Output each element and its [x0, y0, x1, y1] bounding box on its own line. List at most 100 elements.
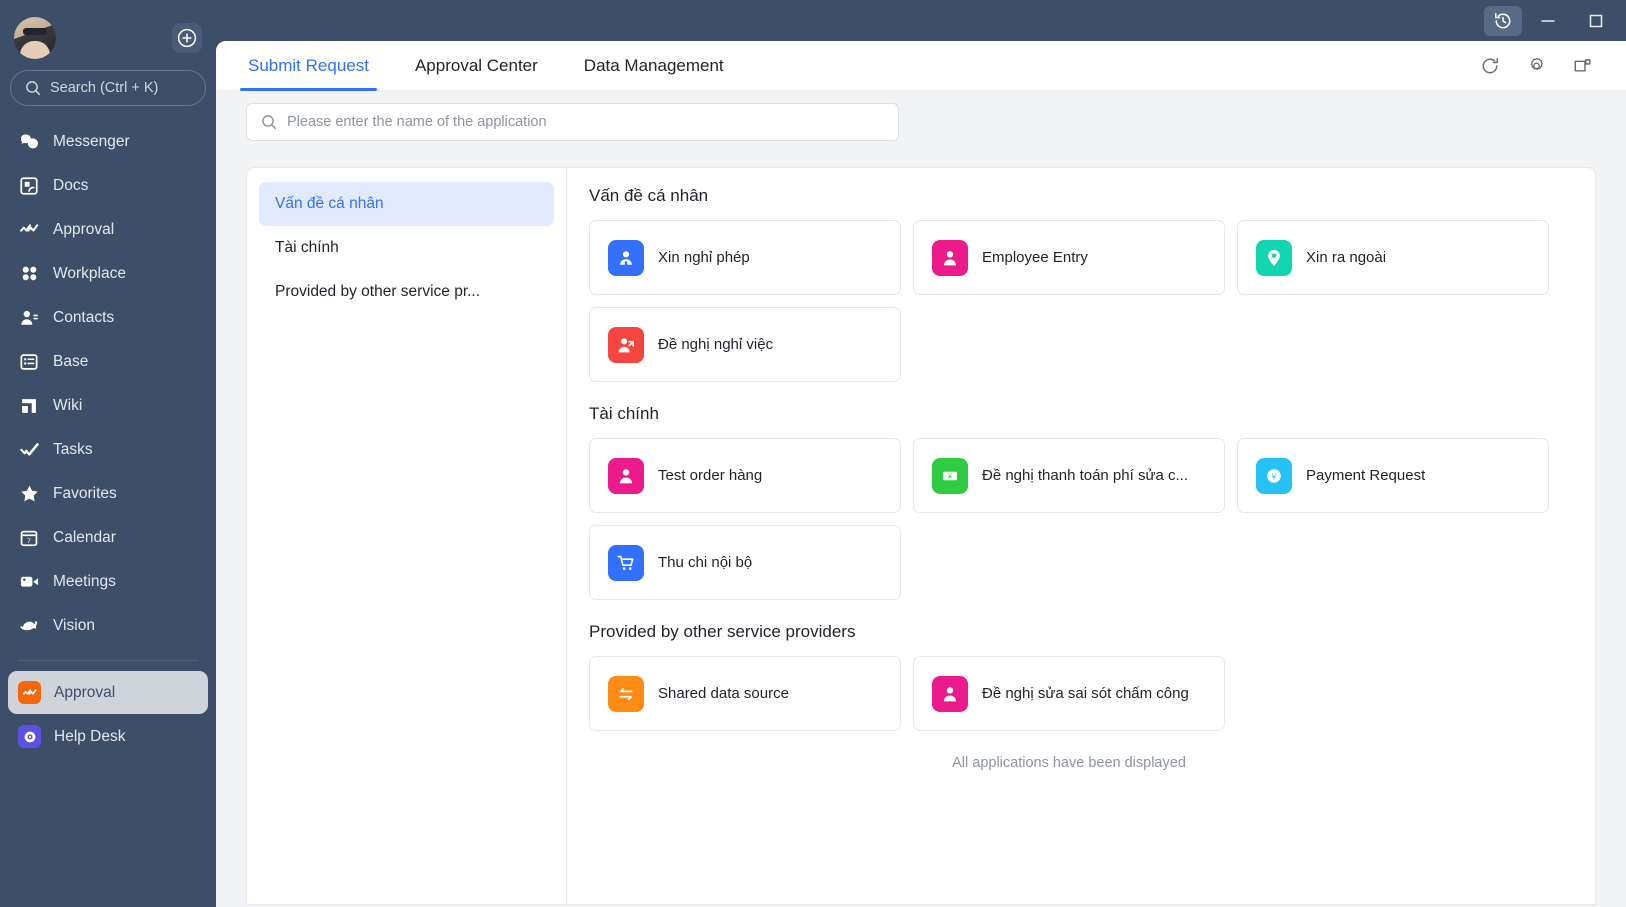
- sidebar-app-help-desk[interactable]: Help Desk: [8, 715, 208, 758]
- shopping-cart-icon: [608, 544, 644, 581]
- tabbar-actions: [1478, 54, 1602, 78]
- app-card-list: Shared data source Đề nghị sửa sai sót c…: [589, 656, 1573, 731]
- open-in-new-window-button[interactable]: [1570, 54, 1594, 78]
- sidebar-item-workplace[interactable]: Workplace: [8, 252, 208, 295]
- group-title: Provided by other service providers: [589, 622, 856, 641]
- person-icon: [608, 457, 644, 494]
- apps-panel: Vấn đề cá nhân Xin nghỉ phép Employee En…: [567, 168, 1595, 904]
- app-card-name: Đề nghị nghỉ việc: [658, 336, 774, 353]
- app-card-payment-request[interactable]: ¥ Payment Request: [1237, 438, 1549, 513]
- body-area: Please enter the name of the application…: [216, 91, 1626, 907]
- sidebar-item-contacts[interactable]: Contacts: [8, 296, 208, 339]
- person-exit-icon: [608, 326, 644, 363]
- sidebar-item-approval[interactable]: Approval: [8, 208, 208, 251]
- sidebar: Search (Ctrl + K) Messenger Docs Approva: [0, 0, 216, 907]
- app-card-name: Shared data source: [658, 685, 789, 702]
- star-icon: [18, 483, 40, 505]
- app-card-de-nghi-sua-sai-sot[interactable]: Đề nghị sửa sai sót chấm công: [913, 656, 1225, 731]
- clipped-scroll-text: ··: [246, 141, 1596, 167]
- sidebar-item-meetings[interactable]: Meetings: [8, 560, 208, 603]
- approval-app-icon: [18, 681, 41, 704]
- sidebar-item-messenger[interactable]: Messenger: [8, 120, 208, 163]
- maximize-button[interactable]: [1574, 5, 1618, 37]
- tasks-icon: [18, 439, 40, 461]
- clipped-text-label: ··: [292, 141, 302, 145]
- sidebar-search-placeholder: Search (Ctrl + K): [50, 80, 159, 96]
- sidebar-item-tasks[interactable]: Tasks: [8, 428, 208, 471]
- app-card-employee-entry[interactable]: Employee Entry: [913, 220, 1225, 295]
- category-item-van-de-ca-nhan[interactable]: Vấn đề cá nhân: [259, 182, 554, 226]
- search-icon: [26, 81, 41, 96]
- tab-approval-center[interactable]: Approval Center: [407, 41, 546, 91]
- svg-text:¥: ¥: [1271, 471, 1277, 481]
- sidebar-item-vision[interactable]: Vision: [8, 604, 208, 647]
- sidebar-item-docs[interactable]: Docs: [8, 164, 208, 207]
- sidebar-app-label: Approval: [54, 683, 116, 701]
- svg-text:7: 7: [27, 537, 31, 544]
- sidebar-item-calendar[interactable]: 7 Calendar: [8, 516, 208, 559]
- category-item-other-providers[interactable]: Provided by other service pr...: [259, 270, 554, 314]
- sidebar-header: [0, 10, 216, 66]
- app-card-list: Xin nghỉ phép Employee Entry Xin ra ngoà…: [589, 220, 1573, 382]
- app-card-test-order-hang[interactable]: Test order hàng: [589, 438, 901, 513]
- minimize-icon: [1541, 19, 1555, 22]
- app-card-de-nghi-nghi-viec[interactable]: Đề nghị nghỉ việc: [589, 307, 901, 382]
- sidebar-item-label: Favorites: [53, 484, 117, 502]
- app-card-thu-chi-noi-bo[interactable]: Thu chi nội bộ: [589, 525, 901, 600]
- video-camera-icon: [18, 571, 40, 593]
- tab-submit-request[interactable]: Submit Request: [240, 41, 377, 91]
- sidebar-item-favorites[interactable]: Favorites: [8, 472, 208, 515]
- person-icon: [932, 675, 968, 712]
- sidebar-item-base[interactable]: Base: [8, 340, 208, 383]
- app-card-de-nghi-thanh-toan[interactable]: ¥ Đề nghị thanh toán phí sửa c...: [913, 438, 1225, 513]
- sidebar-item-label: Vision: [53, 616, 95, 634]
- messenger-icon: [18, 131, 40, 153]
- sidebar-search[interactable]: Search (Ctrl + K): [10, 70, 206, 106]
- sidebar-app-approval[interactable]: Approval: [8, 671, 208, 714]
- app-card-name: Payment Request: [1306, 467, 1426, 484]
- app-card-name: Xin nghỉ phép: [658, 249, 750, 266]
- add-button[interactable]: [172, 23, 202, 53]
- group-title: Vấn đề cá nhân: [589, 186, 709, 205]
- sidebar-item-wiki[interactable]: Wiki: [8, 384, 208, 427]
- plus-circle-icon: [177, 28, 197, 48]
- main-region: Submit Request Approval Center Data Mana…: [216, 0, 1626, 907]
- group-title: Tài chính: [589, 404, 659, 423]
- app-card-name: Đề nghị thanh toán phí sửa c...: [982, 467, 1189, 484]
- settings-button[interactable]: [1524, 54, 1548, 78]
- category-item-tai-chinh[interactable]: Tài chính: [259, 226, 554, 270]
- person-badge-icon: [608, 239, 644, 276]
- app-card-list: Test order hàng ¥ Đề nghị thanh toán phí…: [589, 438, 1573, 600]
- avatar[interactable]: [14, 17, 56, 59]
- history-button[interactable]: [1484, 5, 1522, 36]
- docs-icon: [18, 175, 40, 197]
- tabbar: Submit Request Approval Center Data Mana…: [216, 41, 1626, 91]
- app-card-name: Test order hàng: [658, 467, 763, 484]
- app-card-name: Employee Entry: [982, 249, 1088, 266]
- category-panel: Vấn đề cá nhân Tài chính Provided by oth…: [247, 168, 567, 904]
- app-card-xin-ra-ngoai[interactable]: Xin ra ngoài: [1237, 220, 1549, 295]
- app-card-name: Xin ra ngoài: [1306, 249, 1387, 266]
- open-in-new-window-icon: [1574, 59, 1590, 72]
- window-titlebar: [216, 0, 1626, 41]
- refresh-button[interactable]: [1478, 54, 1502, 78]
- sidebar-divider: [18, 660, 198, 661]
- app-card-name: Thu chi nội bộ: [658, 554, 753, 571]
- app-group-personal: Vấn đề cá nhân Xin nghỉ phép Employee En…: [589, 186, 1573, 382]
- sidebar-item-label: Messenger: [53, 132, 130, 150]
- sidebar-item-label: Base: [53, 352, 89, 370]
- tab-data-management[interactable]: Data Management: [576, 41, 732, 91]
- yen-coin-icon: ¥: [1256, 457, 1292, 494]
- app-card-name: Đề nghị sửa sai sót chấm công: [982, 685, 1189, 702]
- application-search-placeholder: Please enter the name of the application: [287, 114, 547, 130]
- minimize-button[interactable]: [1526, 5, 1570, 37]
- app-card-xin-nghi-phep[interactable]: Xin nghỉ phép: [589, 220, 901, 295]
- wiki-icon: [18, 395, 40, 417]
- maximize-icon: [1589, 14, 1603, 27]
- location-pin-icon: [1256, 239, 1292, 276]
- contacts-icon: [18, 307, 40, 329]
- app-card-shared-data-source[interactable]: Shared data source: [589, 656, 901, 731]
- application-search[interactable]: Please enter the name of the application: [246, 103, 899, 141]
- workplace-icon: [18, 263, 40, 285]
- help-desk-icon: [18, 725, 41, 748]
